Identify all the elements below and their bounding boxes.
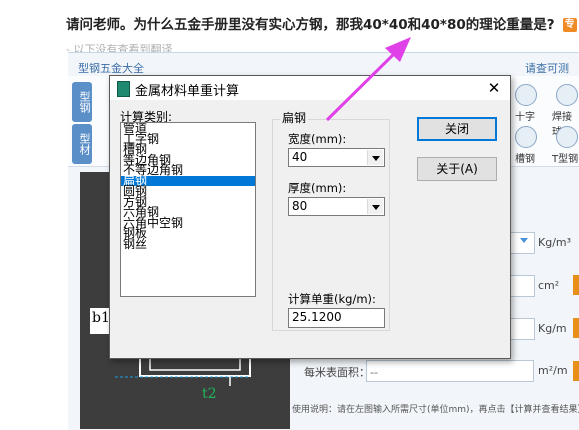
annotation-arrow <box>325 37 411 122</box>
